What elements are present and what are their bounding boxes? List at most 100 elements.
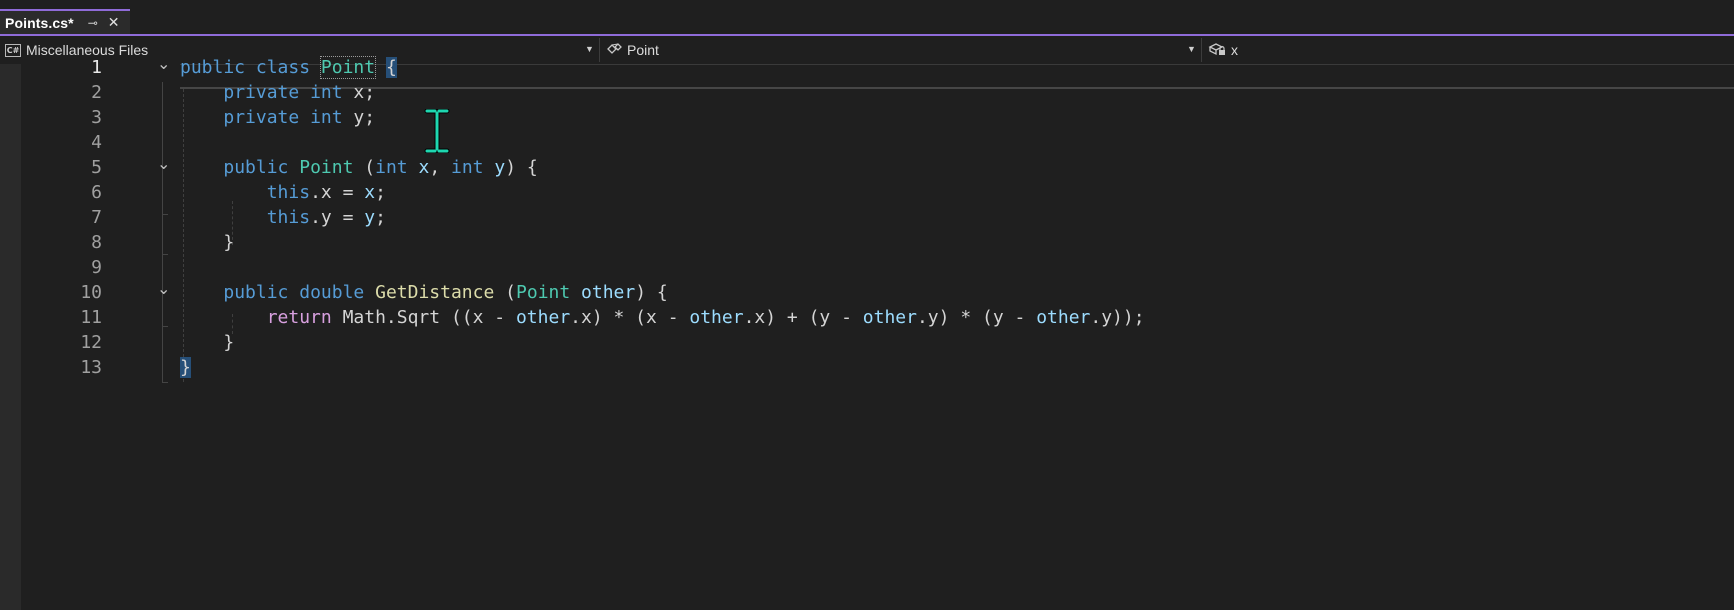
code-text: private int y; bbox=[180, 105, 375, 130]
code-token: other bbox=[689, 307, 744, 328]
code-token: ( bbox=[494, 282, 517, 303]
line-number: 11 bbox=[80, 307, 102, 328]
line-number: 8 bbox=[91, 232, 102, 253]
code-text: return Math.Sqrt ((x - other.x) * (x - o… bbox=[180, 305, 1145, 330]
code-text: } bbox=[180, 355, 191, 380]
code-token: private bbox=[223, 107, 300, 128]
close-icon[interactable]: ✕ bbox=[108, 14, 120, 31]
code-token: { bbox=[385, 57, 397, 78]
code-token: this bbox=[266, 207, 311, 228]
code-token: return bbox=[266, 307, 332, 328]
code-token: other bbox=[1036, 307, 1091, 328]
code-token: double bbox=[299, 282, 365, 303]
code-line[interactable]: 2 private int x; bbox=[0, 80, 1734, 105]
code-token: .y)); bbox=[1090, 307, 1145, 328]
line-number: 4 bbox=[91, 132, 102, 153]
pin-icon[interactable]: ⊸ bbox=[88, 16, 98, 30]
collapse-chevron-icon[interactable]: ⌄ bbox=[157, 276, 170, 301]
code-line[interactable]: 9 bbox=[0, 255, 1734, 280]
code-token: public bbox=[223, 157, 289, 178]
code-line[interactable]: 11 return Math.Sqrt ((x - other.x) * (x … bbox=[0, 305, 1734, 330]
code-token: Point bbox=[299, 157, 354, 178]
code-token: x bbox=[418, 157, 430, 178]
code-token: y; bbox=[342, 107, 376, 128]
code-line[interactable]: 5 ⌄ public Point (int x, int y) { bbox=[0, 154, 1734, 180]
code-line[interactable]: 10 ⌄ public double GetDistance (Point oth… bbox=[0, 279, 1734, 305]
code-token: private bbox=[223, 82, 300, 103]
code-line[interactable]: 12 } bbox=[0, 330, 1734, 355]
collapse-chevron-icon[interactable]: ⌄ bbox=[157, 151, 170, 176]
code-token: other bbox=[862, 307, 917, 328]
code-text: this.x = x; bbox=[180, 180, 386, 205]
code-token: .x) * (x - bbox=[570, 307, 690, 328]
code-token: y bbox=[494, 157, 506, 178]
code-token: int bbox=[375, 157, 408, 178]
code-text: public Point (int x, int y) { bbox=[180, 155, 538, 180]
code-editor[interactable]: 1 ⌄ public class Point {2 private int x; 3 … bbox=[0, 54, 1734, 610]
line-number: 1 bbox=[91, 57, 102, 78]
code-token: int bbox=[451, 157, 484, 178]
document-tab-bar: Points.cs* ⊸ ✕ bbox=[0, 0, 1734, 34]
code-text: this.y = y; bbox=[180, 205, 386, 230]
code-line[interactable]: 8 } bbox=[0, 230, 1734, 255]
code-token: other bbox=[515, 307, 571, 328]
code-token: Point bbox=[319, 56, 377, 79]
line-number: 10 bbox=[80, 282, 102, 303]
code-token: ) { bbox=[505, 157, 538, 178]
line-number: 13 bbox=[80, 357, 102, 378]
document-tab-points[interactable]: Points.cs* ⊸ ✕ bbox=[0, 9, 130, 34]
code-token: } bbox=[180, 232, 235, 253]
code-token: .y) * (y - bbox=[916, 307, 1037, 328]
code-line[interactable]: 13} bbox=[0, 355, 1734, 380]
tab-title: Points.cs* bbox=[5, 14, 74, 31]
code-token: int bbox=[310, 107, 343, 128]
code-text: public double GetDistance (Point other) … bbox=[180, 280, 667, 305]
code-line[interactable]: 3 private int y; bbox=[0, 105, 1734, 130]
code-token: public bbox=[180, 57, 246, 78]
code-line[interactable]: 4 bbox=[0, 130, 1734, 155]
code-token: } bbox=[180, 357, 191, 378]
code-token: class bbox=[255, 57, 311, 78]
code-text: } bbox=[180, 230, 234, 255]
fold-guide-end bbox=[162, 382, 168, 383]
code-token: x bbox=[364, 182, 376, 203]
line-number: 5 bbox=[91, 157, 102, 178]
line-number: 9 bbox=[91, 257, 102, 278]
code-token: .x) + (y - bbox=[743, 307, 863, 328]
collapse-chevron-icon[interactable]: ⌄ bbox=[157, 51, 170, 76]
code-line[interactable]: 6 this.x = x; bbox=[0, 180, 1734, 205]
code-token: ( bbox=[353, 157, 376, 178]
line-number: 3 bbox=[91, 107, 102, 128]
code-token: ; bbox=[375, 207, 386, 228]
code-text: private int x; bbox=[180, 80, 375, 105]
code-token: this bbox=[266, 182, 311, 203]
code-token: GetDistance bbox=[375, 282, 495, 303]
code-line[interactable]: 1 ⌄ public class Point { bbox=[0, 54, 1734, 80]
line-number: 2 bbox=[91, 82, 102, 103]
chevron-down-icon[interactable]: ▼ bbox=[1187, 44, 1196, 54]
code-token: .x = bbox=[310, 182, 365, 203]
editor-window: Points.cs* ⊸ ✕ C# Miscellaneous Files ▼ … bbox=[0, 0, 1734, 610]
chevron-down-icon[interactable]: ▼ bbox=[585, 44, 594, 54]
code-token: other bbox=[581, 282, 636, 303]
code-token: .y = bbox=[310, 207, 365, 228]
code-line[interactable]: 7 this.y = y; bbox=[0, 205, 1734, 230]
line-number: 6 bbox=[91, 182, 102, 203]
